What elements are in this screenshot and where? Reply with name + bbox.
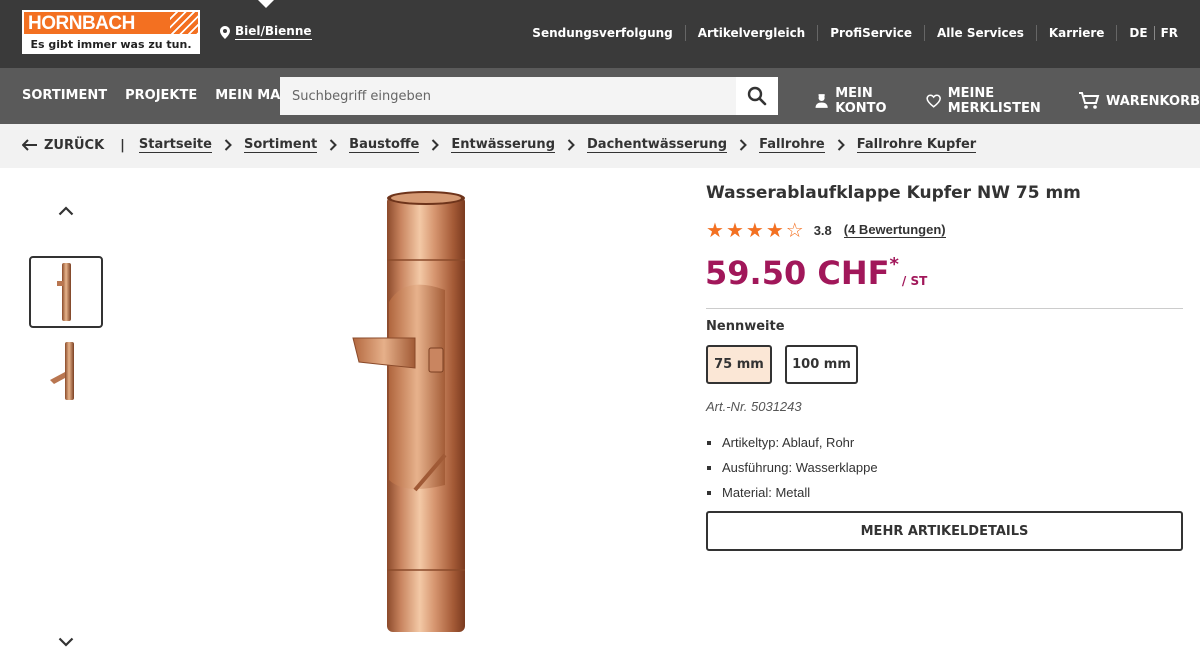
logo-slogan: Es gibt immer was zu tun. (30, 38, 192, 51)
price-unit: / ST (901, 274, 928, 288)
more-details-button[interactable]: MEHR ARTIKELDETAILS (706, 511, 1183, 551)
chevron-up-icon (58, 206, 74, 216)
link-profiservice[interactable]: ProfiService (818, 25, 925, 41)
link-karriere[interactable]: Karriere (1037, 25, 1118, 41)
back-link[interactable]: ZURÜCK (22, 138, 104, 153)
divider (706, 308, 1183, 309)
store-location[interactable]: Biel/Bienne (220, 24, 312, 40)
chevron-right-icon (739, 139, 748, 151)
gallery-thumbnail-1[interactable] (29, 256, 103, 328)
link-sendungsverfolgung[interactable]: Sendungsverfolgung (532, 25, 686, 41)
location-label: Biel/Bienne (235, 24, 312, 40)
chevron-right-icon (224, 139, 232, 151)
crumb-entwaesserung[interactable]: Entwässerung (451, 137, 555, 153)
crumb-startseite[interactable]: Startseite (138, 137, 212, 153)
star-filled-icon: ★ (706, 218, 724, 242)
top-bar: HORNBACH Es gibt immer was zu tun. Biel/… (0, 0, 1200, 68)
main-nav-bar: SORTIMENT PROJEKTE MEIN MARKT MEIN KONTO… (0, 68, 1200, 124)
search-bar (280, 77, 778, 115)
account-nav: MEIN KONTO MEINE MERKLISTEN WARENKORB (814, 86, 1200, 116)
cart-icon (1078, 92, 1100, 109)
crumb-dachentwaesserung[interactable]: Dachentwässerung (587, 137, 728, 153)
feature-item: Material: Metall (706, 480, 878, 505)
crumb-fallrohre[interactable]: Fallrohre (759, 137, 825, 153)
product-price: 59.50 CHF * / ST (705, 255, 927, 291)
main-nav: SORTIMENT PROJEKTE MEIN MARKT (22, 88, 309, 103)
link-alle-services[interactable]: Alle Services (925, 25, 1037, 41)
nav-projekte[interactable]: PROJEKTE (125, 88, 197, 103)
crumb-sortiment[interactable]: Sortiment (243, 137, 318, 153)
user-icon (815, 94, 828, 108)
nav-sortiment[interactable]: SORTIMENT (22, 88, 107, 103)
star-filled-icon: ★ (725, 218, 744, 242)
chevron-right-icon (567, 139, 575, 151)
wishlist-label: MEINE MERKLISTEN (947, 86, 1041, 116)
logo-name: HORNBACH (28, 13, 135, 34)
chevron-right-icon (837, 139, 845, 151)
gallery-scroll-down[interactable] (58, 634, 74, 652)
variant-option-100mm[interactable]: 100 mm (785, 345, 858, 384)
gallery-scroll-up[interactable] (58, 203, 74, 221)
product-main-image[interactable] (345, 190, 475, 638)
location-pointer (258, 0, 274, 8)
breadcrumb: ZURÜCK | Startseite Sortiment Baustoffe … (22, 137, 977, 153)
product-rating[interactable]: ★ ★ ★ ★ ☆ 3.8 (4 Bewertungen) (706, 220, 946, 240)
account-label: MEIN KONTO (835, 86, 887, 116)
wishlist-link[interactable]: MEINE MERKLISTEN (926, 86, 1058, 116)
chevron-right-icon (432, 139, 440, 151)
search-icon (747, 86, 767, 106)
arrow-left-icon (22, 139, 37, 151)
star-filled-icon: ★ (745, 218, 764, 242)
location-pin-icon (220, 25, 230, 39)
logo-stripes (170, 12, 198, 34)
search-button[interactable] (736, 77, 778, 115)
star-empty-icon: ☆ (785, 218, 804, 242)
language-switch: DE FR (1117, 26, 1178, 40)
feature-list: Artikeltyp: Ablauf, Rohr Ausführung: Was… (706, 430, 878, 505)
chevron-down-icon (58, 637, 74, 647)
price-footnote-mark: * (889, 254, 899, 275)
variant-label: Nennweite (706, 319, 785, 334)
link-artikelvergleich[interactable]: Artikelvergleich (686, 25, 819, 41)
review-count-link[interactable]: (4 Bewertungen) (843, 222, 946, 238)
breadcrumb-bar: ZURÜCK | Startseite Sortiment Baustoffe … (0, 124, 1200, 168)
article-number: Art.-Nr. 5031243 (706, 399, 802, 414)
service-nav: Sendungsverfolgung Artikelvergleich Prof… (532, 25, 1178, 41)
cart-link[interactable]: WARENKORB (1078, 86, 1200, 116)
back-label: ZURÜCK (44, 137, 105, 153)
lang-de[interactable]: DE (1129, 26, 1147, 40)
cart-label: WARENKORB (1105, 93, 1200, 109)
crumb-fallrohre-kupfer[interactable]: Fallrohre Kupfer (856, 137, 977, 153)
product-thumbnail-image (50, 342, 74, 400)
product-thumbnail-image (57, 263, 71, 321)
product-title: Wasserablaufklappe Kupfer NW 75 mm (706, 183, 1081, 203)
crumb-baustoffe[interactable]: Baustoffe (349, 137, 420, 153)
hornbach-logo[interactable]: HORNBACH Es gibt immer was zu tun. (22, 10, 200, 54)
breadcrumb-separator: | (120, 137, 125, 153)
feature-item: Ausführung: Wasserklappe (706, 455, 878, 480)
rating-value: 3.8 (813, 222, 832, 238)
variant-option-75mm[interactable]: 75 mm (706, 345, 772, 384)
feature-item: Artikeltyp: Ablauf, Rohr (706, 430, 878, 455)
lang-fr[interactable]: FR (1153, 26, 1178, 40)
price-amount: 59.50 CHF (705, 254, 890, 292)
gallery-thumbnail-2[interactable] (29, 335, 103, 407)
account-link[interactable]: MEIN KONTO (814, 86, 906, 116)
copper-pipe-image (352, 191, 465, 632)
search-input[interactable] (280, 77, 736, 115)
heart-icon (926, 94, 942, 108)
star-filled-icon: ★ (765, 218, 784, 242)
chevron-right-icon (329, 139, 338, 151)
